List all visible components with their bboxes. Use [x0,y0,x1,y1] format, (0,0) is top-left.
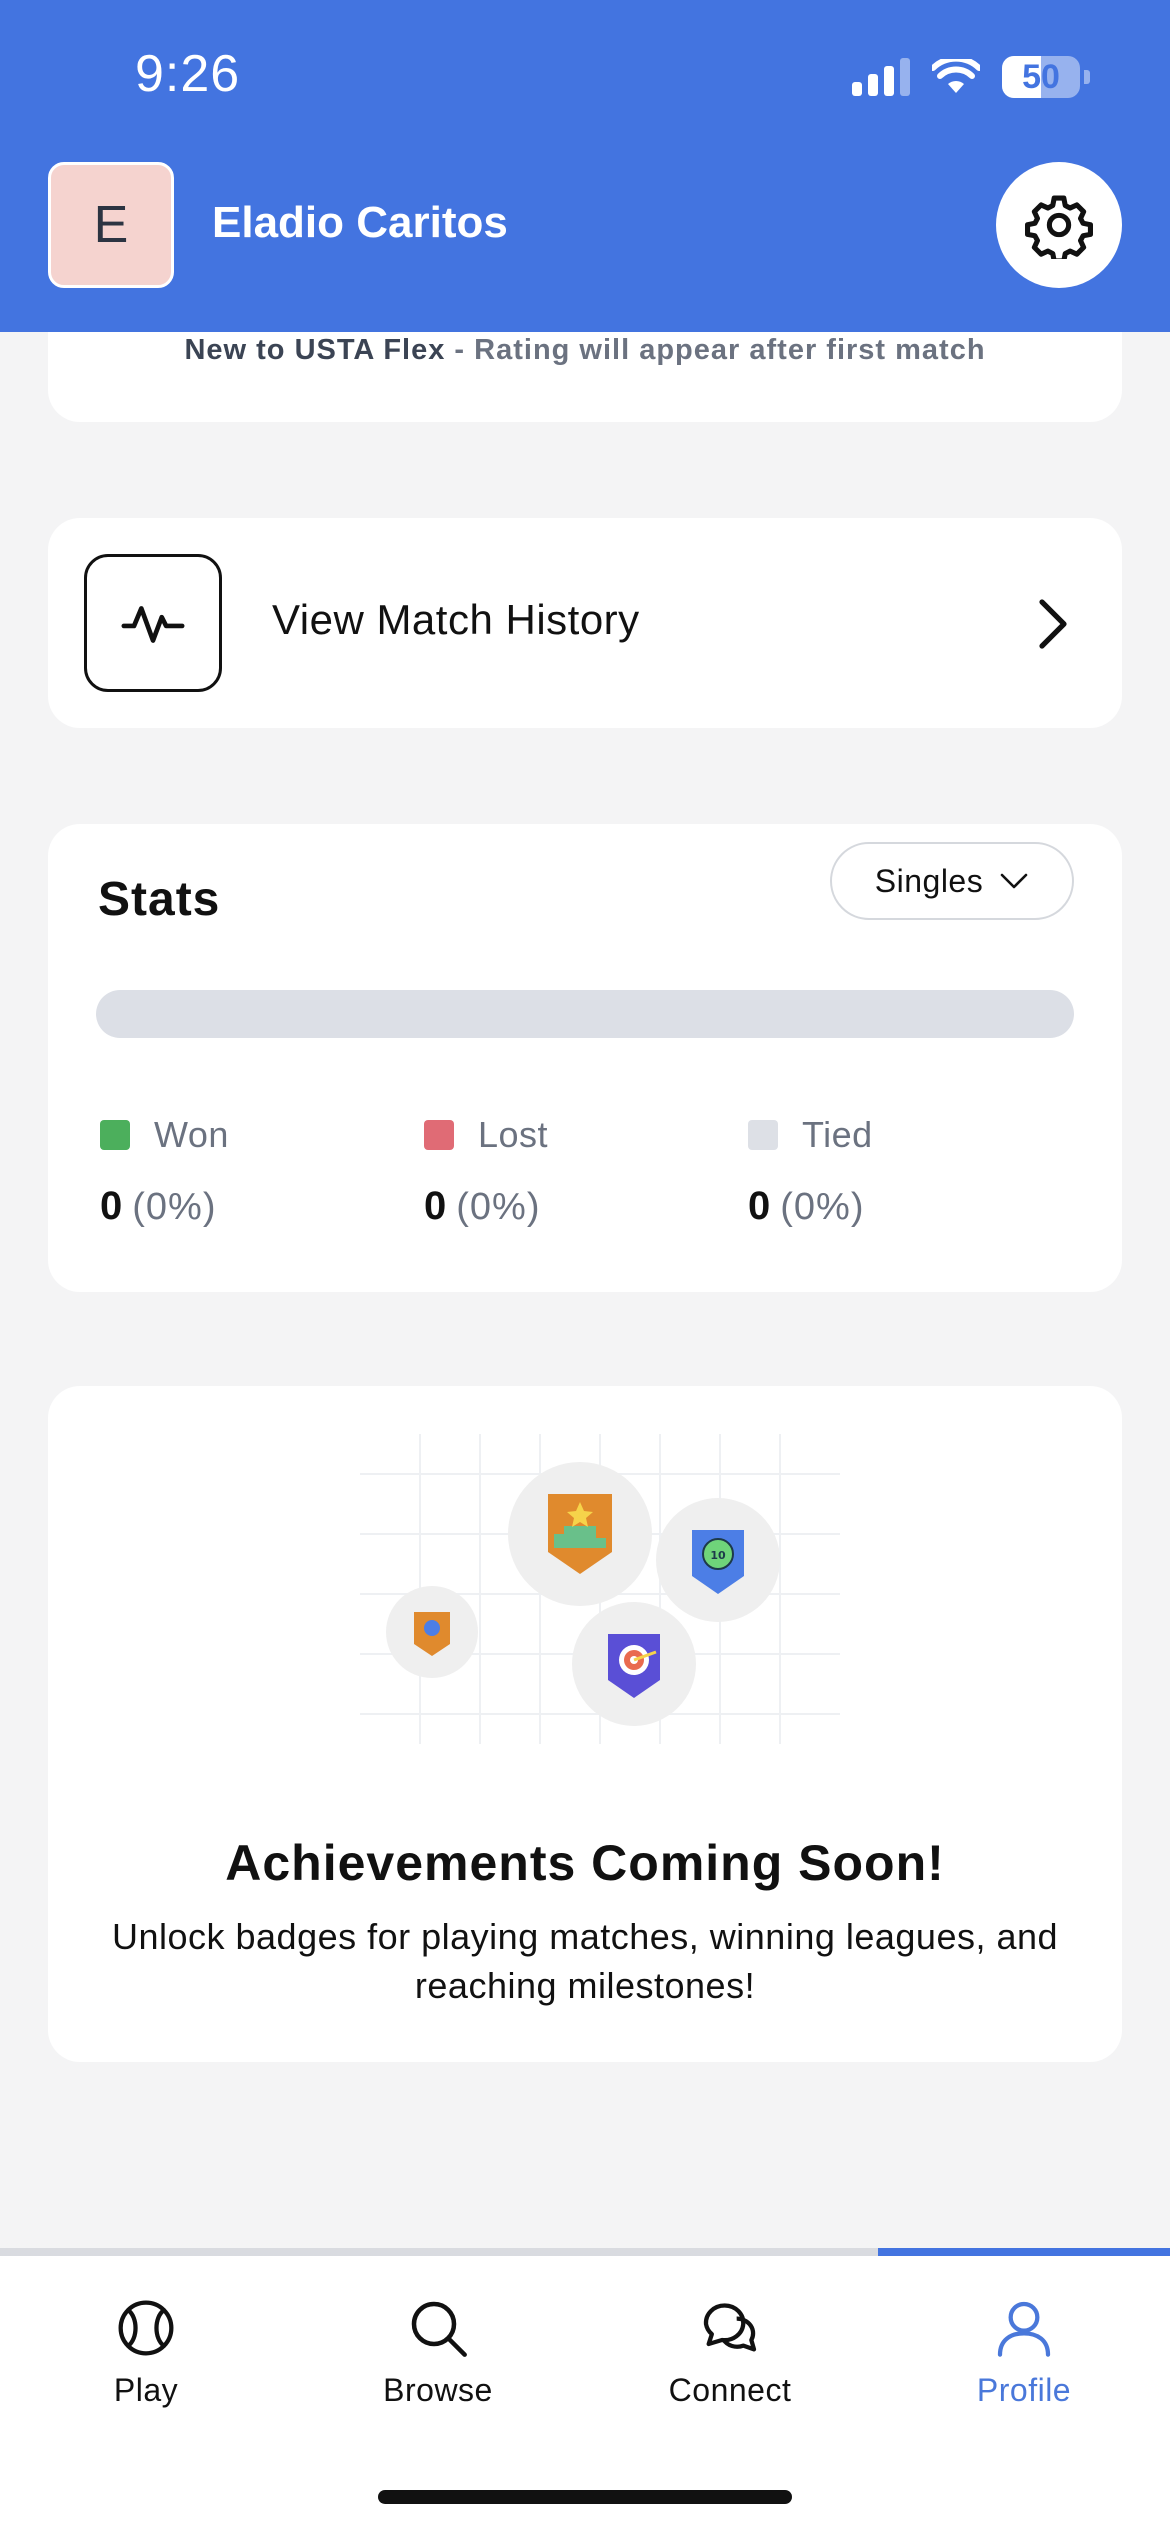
achievements-title: Achievements Coming Soon! [225,1835,945,1891]
stat-value: 0 [100,1184,123,1228]
tab-label: Browse [383,2372,493,2408]
stat-label: Tied [802,1114,873,1155]
tab-indicator-track [0,2248,1170,2256]
svg-text:10: 10 [710,1549,726,1562]
tab-play[interactable]: Play [0,2296,292,2409]
avatar-initial: E [93,196,129,254]
activity-icon [84,554,222,692]
user-icon [997,2301,1051,2357]
stat-percent: (0%) [132,1186,217,1228]
achievements-card: 10 Achievements Coming Soon! Unlock badg… [48,1386,1122,2062]
app-header: 9:26 50 E Eladio Caritos [0,0,1170,332]
rating-status: New to USTA Flex - Rating will appear af… [48,334,1122,367]
chevron-down-icon [1000,873,1028,889]
home-indicator [378,2490,792,2504]
battery-level: 50 [1022,57,1060,96]
tab-connect[interactable]: Connect [584,2296,876,2409]
user-name: Eladio Caritos [212,198,508,247]
tab-browse[interactable]: Browse [292,2296,584,2409]
rating-separator: - [445,334,475,366]
stat-tied: Tied 0 (0%) [748,1114,873,1229]
tab-label: Connect [668,2372,792,2408]
tab-profile[interactable]: Profile [878,2296,1170,2409]
results-progress-bar [96,990,1074,1038]
stat-value: 0 [748,1184,771,1228]
achievements-description: Unlock badges for playing matches, winni… [111,1916,1059,2006]
stat-percent: (0%) [780,1186,865,1228]
match-history-label: View Match History [272,596,640,643]
badges-illustration: 10 [360,1434,840,1744]
search-icon [411,2301,467,2357]
lost-swatch [424,1120,454,1150]
stats-title: Stats [98,873,221,926]
stat-won: Won 0 (0%) [100,1114,229,1229]
tied-swatch [748,1120,778,1150]
stats-card: Stats Singles Won 0 (0%) Lost 0 (0%) Tied … [48,824,1122,1292]
active-tab-indicator [878,2248,1170,2256]
chevron-right-icon [1039,599,1067,649]
cellular-signal-icon [852,58,910,96]
match-history-row[interactable]: View Match History [48,518,1122,728]
chat-bubbles-icon [703,2303,757,2352]
tennis-ball-icon [118,2300,174,2356]
stat-percent: (0%) [456,1186,541,1228]
match-type-dropdown[interactable]: Singles [830,842,1074,920]
match-type-value: Singles [874,862,984,899]
tab-label: Profile [976,2372,1072,2408]
stat-value: 0 [424,1184,447,1228]
stat-label: Lost [478,1114,549,1155]
avatar[interactable]: E [48,162,174,288]
gear-icon [1025,195,1093,259]
stat-lost: Lost 0 (0%) [424,1114,548,1229]
status-time: 9:26 [135,45,241,103]
rating-prefix: New to USTA Flex [184,334,446,366]
settings-button[interactable] [996,162,1122,288]
tab-label: Play [113,2372,179,2408]
status-icons: 50 [852,56,1090,98]
battery-icon: 50 [1002,56,1080,98]
won-swatch [100,1120,130,1150]
stat-label: Won [154,1114,229,1155]
rating-message: Rating will appear after first match [474,334,986,366]
wifi-icon [932,59,980,93]
